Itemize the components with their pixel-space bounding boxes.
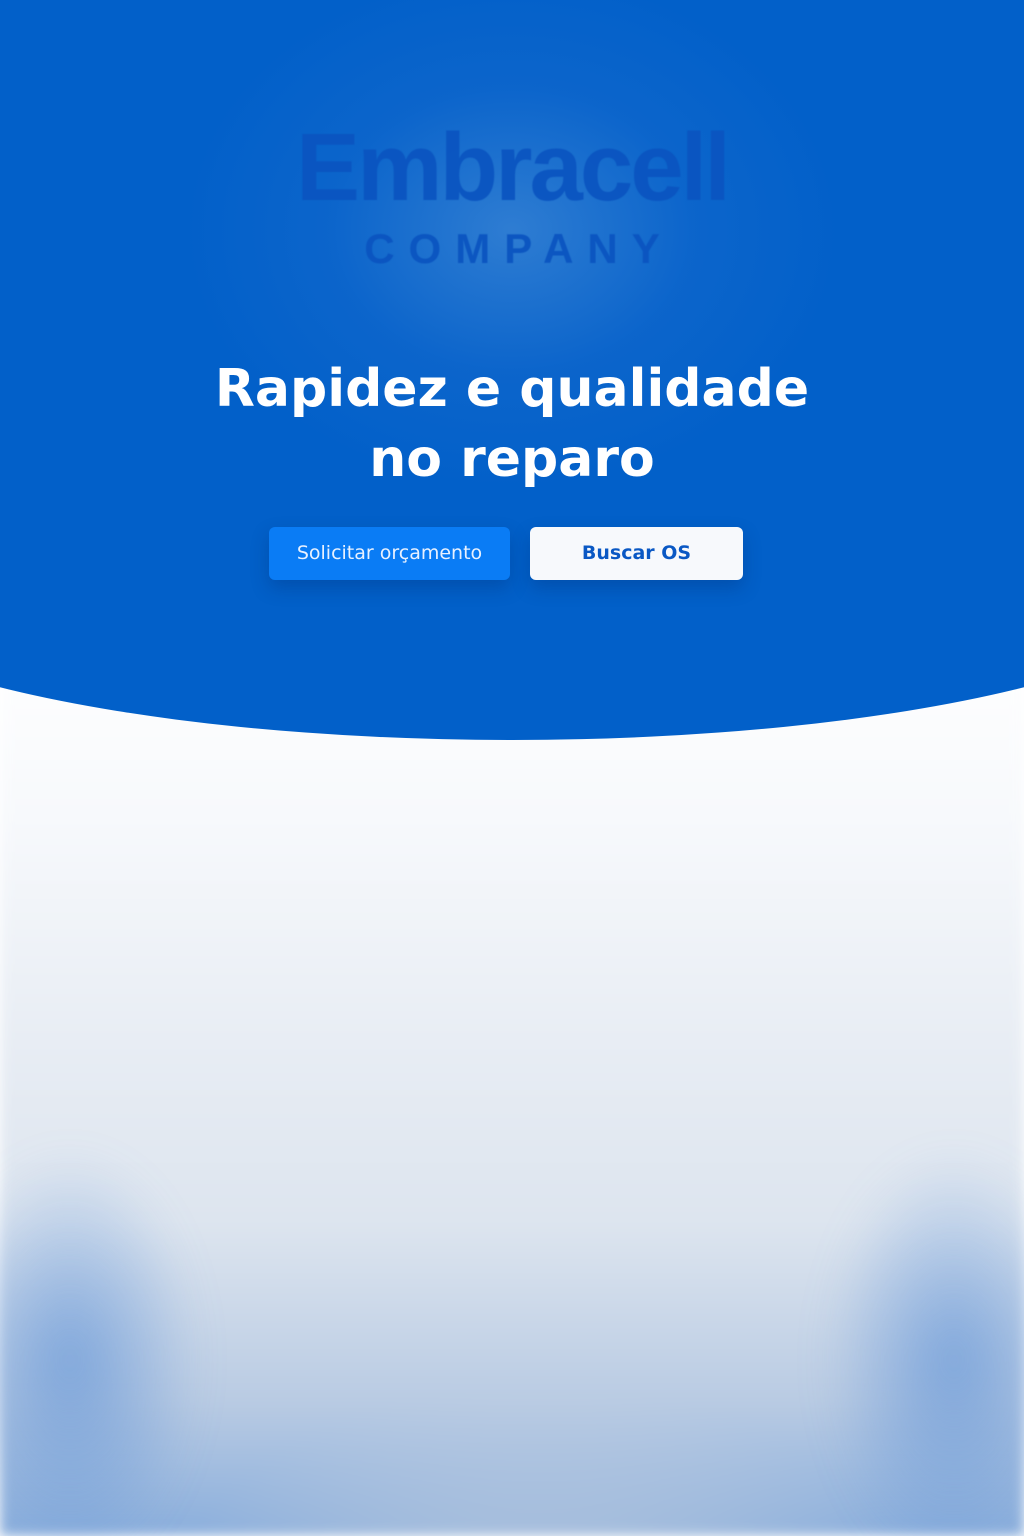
- brand-name: Embracell: [296, 114, 731, 221]
- headline-line-1: Rapidez e qualidade: [214, 359, 810, 419]
- brand-logo: Embracell COMPANY: [0, 118, 1024, 274]
- background-glow-right: [824, 1150, 1024, 1536]
- background-glow-left: [0, 1150, 200, 1536]
- request-quote-button[interactable]: Solicitar orçamento: [269, 527, 510, 580]
- search-os-button[interactable]: Buscar OS: [530, 527, 743, 580]
- headline-line-2: no reparo: [369, 429, 655, 489]
- brand-tagline: COMPANY: [364, 225, 674, 272]
- landing-page: Embracell COMPANY Rapidez e qualidade no…: [0, 0, 1024, 1536]
- hero-headline: Rapidez e qualidade no reparo: [0, 354, 1024, 494]
